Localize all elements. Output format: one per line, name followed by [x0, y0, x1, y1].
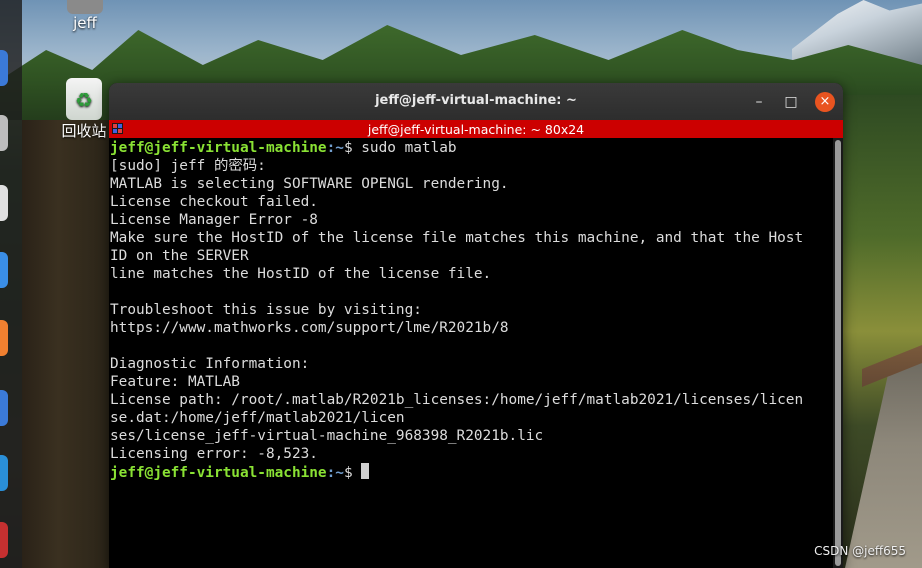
output-line: line matches the HostID of the license f…	[110, 266, 492, 282]
output-line: Diagnostic Information:	[110, 356, 310, 372]
output-line: Troubleshoot this issue by visiting:	[110, 302, 422, 318]
terminal-output[interactable]: jeff@jeff-virtual-machine:~$ sudo matlab…	[109, 138, 833, 568]
terminal-tab-title: jeff@jeff-virtual-machine: ~ 80x24	[367, 122, 585, 137]
close-button[interactable]: ×	[815, 92, 835, 112]
window-titlebar[interactable]: jeff@jeff-virtual-machine: ~ – □ ×	[109, 83, 843, 120]
prompt-symbol: $	[343, 140, 353, 156]
libreoffice-icon[interactable]	[0, 185, 8, 221]
output-line: License checkout failed.	[110, 194, 318, 210]
command-text: sudo matlab	[352, 140, 457, 156]
home-folder-icon	[67, 0, 103, 14]
window-title: jeff@jeff-virtual-machine: ~	[375, 93, 577, 108]
output-line: Feature: MATLAB	[110, 374, 240, 390]
dock	[0, 0, 22, 568]
terminal-scrollbar[interactable]	[833, 138, 843, 568]
software-icon[interactable]	[0, 252, 8, 288]
terminal-tab-bar: jeff@jeff-virtual-machine: ~ 80x24	[109, 120, 843, 138]
desktop-icon-label: 回收站	[61, 122, 107, 140]
prompt-path: :~	[326, 465, 344, 481]
output-line: [sudo] jeff 的密码:	[110, 158, 266, 174]
minimize-button[interactable]: –	[749, 92, 769, 112]
desktop-icon-trash[interactable]: ♻ 回收站	[54, 78, 114, 141]
prompt-user: jeff@jeff-virtual-machine	[110, 140, 327, 156]
desktop-icon-label: jeff	[73, 14, 97, 32]
app-launcher-icon[interactable]	[0, 522, 8, 558]
help-icon[interactable]	[0, 320, 8, 356]
terminal-icon[interactable]	[0, 455, 8, 491]
output-line: se.dat:/home/jeff/matlab2021/licen	[110, 410, 405, 426]
output-line: License Manager Error -8	[110, 212, 318, 228]
output-line: ses/license_jeff-virtual-machine_968398_…	[110, 428, 544, 444]
prompt-user: jeff@jeff-virtual-machine	[110, 465, 327, 481]
desktop-icon-home[interactable]: jeff	[55, 0, 115, 32]
watermark: CSDN @jeff655	[814, 544, 906, 558]
output-line: License path: /root/.matlab/R2021b_licen…	[110, 392, 804, 408]
prompt-line: jeff@jeff-virtual-machine:~$	[110, 463, 833, 481]
output-line: MATLAB is selecting SOFTWARE OPENGL rend…	[110, 176, 509, 192]
output-line: Make sure the HostID of the license file…	[110, 230, 804, 246]
output-line: Licensing error: -8,523.	[110, 446, 318, 462]
prompt-line: jeff@jeff-virtual-machine:~$ sudo matlab	[110, 139, 833, 157]
files-icon[interactable]	[0, 115, 8, 151]
terminal-window: jeff@jeff-virtual-machine: ~ – □ × jeff@…	[109, 83, 843, 568]
output-line: ID on the SERVER	[110, 248, 249, 264]
trash-icon: ♻	[66, 78, 102, 120]
firefox-icon[interactable]	[0, 50, 8, 86]
wallpaper-wood	[22, 120, 112, 568]
text-cursor	[361, 463, 370, 479]
maximize-button[interactable]: □	[781, 92, 801, 112]
app-icon[interactable]	[0, 390, 8, 426]
scrollbar-thumb[interactable]	[835, 140, 841, 566]
prompt-symbol: $	[343, 465, 353, 481]
output-line: https://www.mathworks.com/support/lme/R2…	[110, 320, 509, 336]
prompt-path: :~	[326, 140, 344, 156]
